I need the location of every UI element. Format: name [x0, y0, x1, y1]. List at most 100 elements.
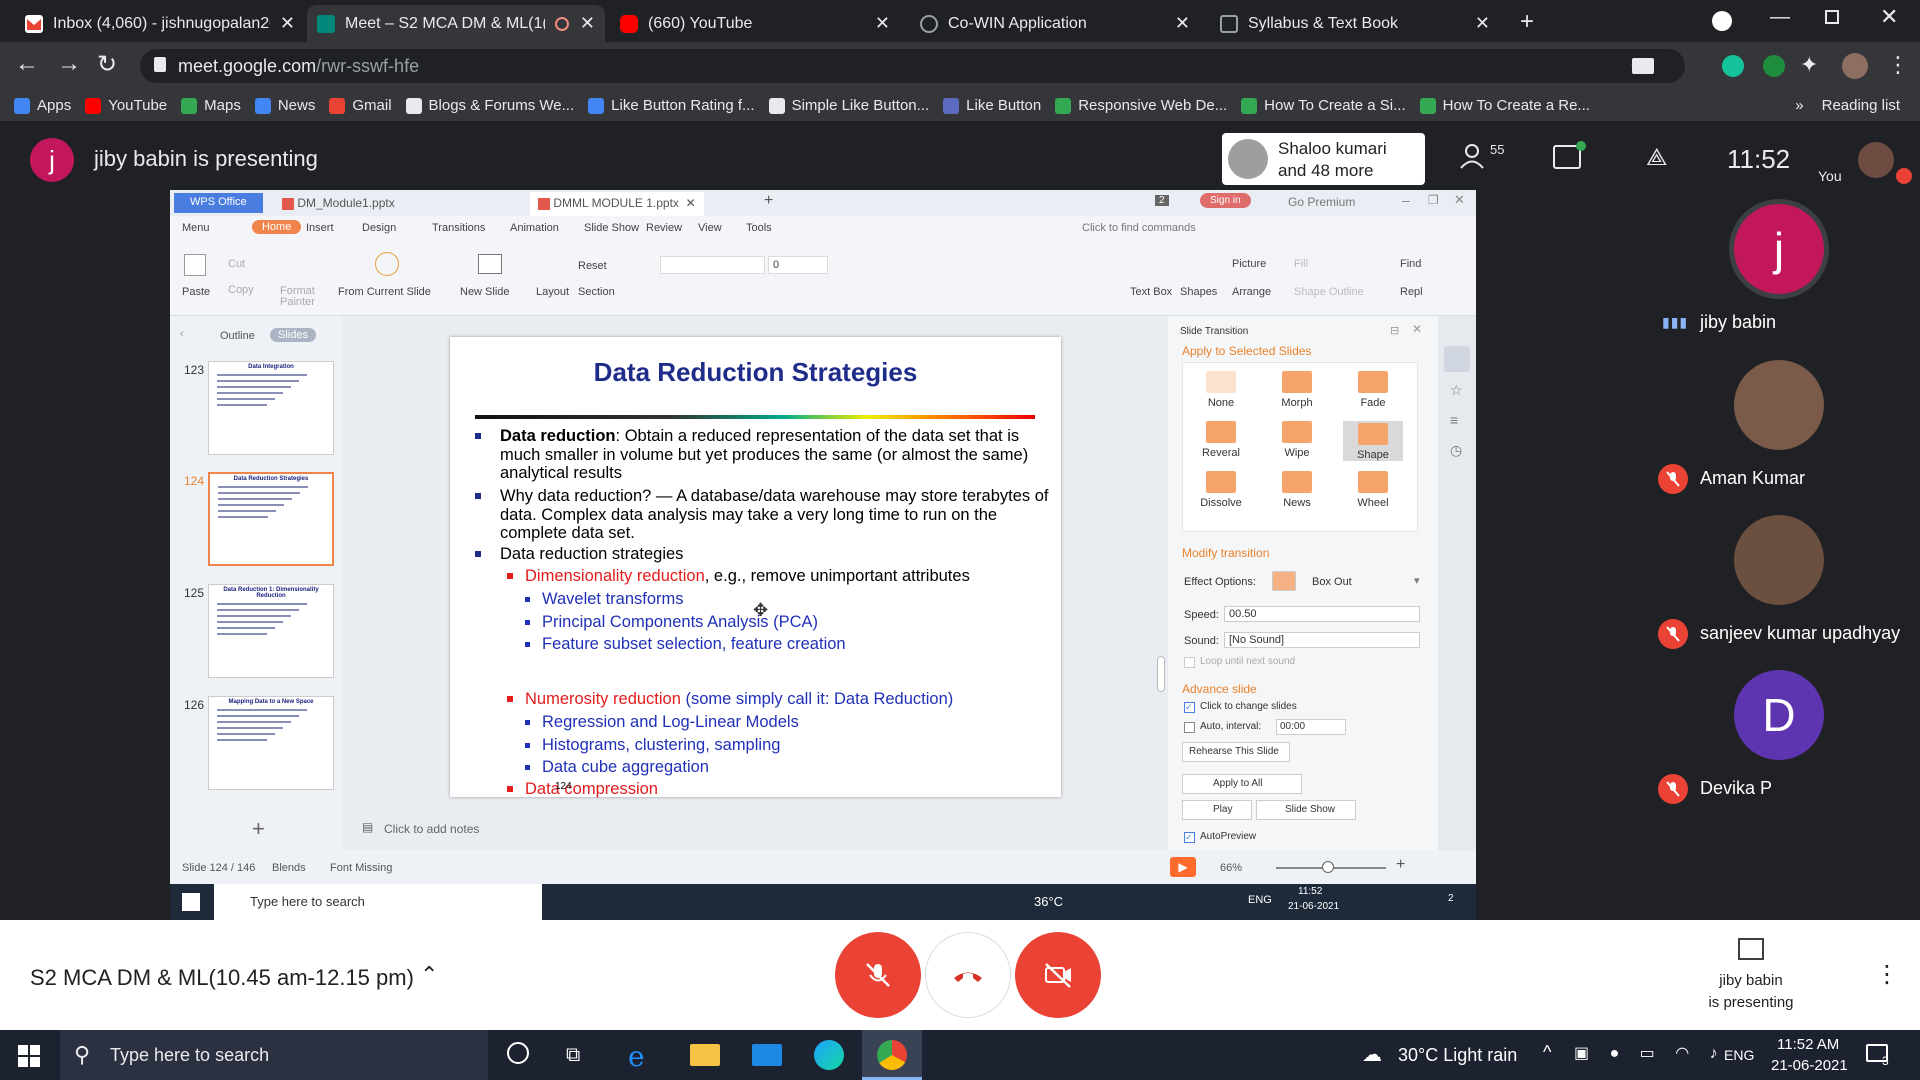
slide-thumbnail[interactable]: Data Reduction Strategies	[208, 472, 334, 566]
loop-checkbox[interactable]	[1184, 657, 1195, 668]
tab-slides[interactable]: Slides	[270, 328, 316, 342]
extension-icon[interactable]	[1763, 55, 1785, 77]
close-panel-icon[interactable]: ✕	[1412, 322, 1422, 336]
participant-tile[interactable]: j ▮▮▮ jiby babin	[1648, 204, 1920, 354]
reload-icon[interactable]: ↻	[97, 50, 117, 79]
mic-toggle-button[interactable]	[835, 932, 921, 1018]
internet-explorer-icon[interactable]: e	[628, 1040, 645, 1073]
wps-doc-tab-1[interactable]: DM_Module1.pptx	[282, 196, 395, 210]
properties-pane-icon[interactable]: ≡	[1450, 412, 1458, 428]
text-box-button[interactable]: Text Box	[1130, 286, 1172, 298]
clock-time[interactable]: 11:52 AM	[1777, 1036, 1839, 1053]
taskbar-search-field[interactable]: Type here to search	[214, 884, 542, 920]
bookmark-item[interactable]: Like Button Rating f...	[588, 97, 755, 114]
auto-interval-checkbox[interactable]	[1184, 722, 1195, 733]
menu-tools[interactable]: Tools	[746, 222, 772, 234]
play-button[interactable]: Play	[1182, 800, 1252, 820]
menu-design[interactable]: Design	[362, 222, 396, 234]
clock-date[interactable]: 21-06-2021	[1771, 1057, 1848, 1074]
back-icon[interactable]: ←	[15, 50, 39, 78]
participant-tile[interactable]: Aman Kumar	[1648, 360, 1920, 510]
wps-premium-link[interactable]: Go Premium	[1288, 195, 1355, 209]
close-tab-icon[interactable]: ✕	[580, 13, 595, 34]
camera-toggle-button[interactable]	[1015, 932, 1101, 1018]
transition-effect[interactable]: Fade	[1343, 371, 1403, 409]
edge-icon[interactable]	[814, 1040, 844, 1070]
font-name-field[interactable]	[660, 256, 765, 274]
wps-close-icon[interactable]: ✕	[1454, 192, 1465, 208]
transition-effect[interactable]: Morph	[1267, 371, 1327, 409]
add-slide-icon[interactable]: +	[252, 816, 265, 842]
task-view-icon[interactable]: ⧉	[566, 1044, 580, 1067]
windows-start-icon[interactable]	[18, 1045, 40, 1067]
zoom-in-icon[interactable]: +	[1396, 856, 1405, 874]
tab-gmail[interactable]: Inbox (4,060) - jishnugopalan200 ✕	[15, 5, 305, 42]
bookmark-item[interactable]: Blogs & Forums We...	[405, 97, 574, 114]
picture-button[interactable]: Picture	[1232, 258, 1266, 270]
play-from-current-icon[interactable]	[375, 252, 399, 276]
new-tab-icon[interactable]: +	[1520, 8, 1534, 36]
play-slideshow-icon[interactable]: ▶	[1170, 857, 1196, 877]
file-explorer-icon[interactable]	[690, 1044, 720, 1066]
tab-meet[interactable]: Meet – S2 MCA DM & ML(1( ✕	[307, 5, 605, 42]
sound-select[interactable]: [No Sound]	[1224, 632, 1420, 648]
rehearse-button[interactable]: Rehearse This Slide	[1182, 742, 1290, 762]
forward-icon[interactable]: →	[57, 50, 81, 78]
participant-tile[interactable]: D Devika P	[1648, 670, 1920, 820]
activities-icon[interactable]: ⟁	[1646, 144, 1667, 172]
menu-review[interactable]: Review	[646, 222, 682, 234]
puzzle-icon[interactable]: ✦	[1800, 52, 1818, 78]
bookmark-item[interactable]: Maps	[181, 97, 241, 114]
close-window-icon[interactable]: ✕	[1880, 4, 1898, 30]
chrome-taskbar-button[interactable]	[862, 1030, 922, 1080]
menu-animation[interactable]: Animation	[510, 222, 559, 234]
apply-all-button[interactable]: Apply to All	[1182, 774, 1302, 794]
windows-start-icon[interactable]	[182, 893, 200, 911]
close-tab-icon[interactable]: ✕	[280, 13, 295, 34]
wps-signin-button[interactable]: Sign in	[1200, 193, 1251, 208]
wps-restore-icon[interactable]: ❐	[1428, 193, 1439, 207]
chevron-up-icon[interactable]: ⌃	[420, 962, 438, 988]
profile-menu-icon[interactable]	[1712, 11, 1732, 31]
reading-list-button[interactable]: Reading list	[1822, 97, 1900, 114]
history-pane-icon[interactable]: ◷	[1450, 442, 1462, 459]
bookmark-item[interactable]: Simple Like Button...	[768, 97, 929, 114]
people-icon[interactable]	[1460, 143, 1494, 169]
effect-options-select[interactable]: Box Out	[1312, 576, 1352, 588]
minimize-icon[interactable]: —	[1770, 6, 1790, 29]
autopreview-checkbox[interactable]: ✓	[1184, 832, 1195, 843]
close-tab-icon[interactable]: ✕	[1475, 13, 1490, 34]
format-painter-button[interactable]: Format Painter	[280, 286, 330, 308]
bookmark-item[interactable]: How To Create a Si...	[1241, 97, 1406, 114]
zoom-handle[interactable]	[1322, 861, 1334, 873]
layout-button[interactable]: Layout	[536, 286, 569, 298]
chevron-down-icon[interactable]: ▾	[1414, 574, 1420, 587]
transition-effect[interactable]: None	[1191, 371, 1251, 409]
present-icon[interactable]	[1738, 938, 1764, 960]
new-slide-icon[interactable]	[478, 254, 502, 274]
transition-effect[interactable]: Reveral	[1191, 421, 1251, 459]
menu-menu[interactable]: Menu	[182, 222, 210, 234]
wps-minimize-icon[interactable]: –	[1402, 192, 1410, 208]
pin-icon[interactable]: ⊟	[1390, 324, 1399, 337]
menu-transitions[interactable]: Transitions	[432, 222, 485, 234]
wps-home-tab[interactable]: WPS Office	[174, 193, 263, 213]
fill-button[interactable]: Fill	[1294, 258, 1308, 270]
copy-button[interactable]: Copy	[228, 284, 254, 296]
paste-button[interactable]: Paste	[182, 286, 210, 298]
tray-icons[interactable]: ▣ ● ▭ ◠ ♪	[1574, 1043, 1726, 1063]
font-size-field[interactable]: 0	[768, 256, 828, 274]
taskbar-search-field[interactable]: Type here to search	[60, 1030, 488, 1080]
tab-outline[interactable]: Outline	[220, 330, 255, 342]
transition-effect[interactable]: Wheel	[1343, 471, 1403, 509]
shape-outline-button[interactable]: Shape Outline	[1294, 286, 1364, 298]
collapse-panel-icon[interactable]: ‹	[180, 328, 184, 340]
menu-insert[interactable]: Insert	[306, 222, 334, 234]
tab-syllabus[interactable]: Syllabus & Text Book ✕	[1210, 5, 1500, 42]
menu-slide-show[interactable]: Slide Show	[584, 222, 639, 234]
kebab-menu-icon[interactable]: ⋮	[1887, 52, 1909, 78]
tab-youtube[interactable]: (660) YouTube ✕	[610, 5, 900, 42]
participant-tile[interactable]: sanjeev kumar upadhyay	[1648, 515, 1920, 665]
bookmark-item[interactable]: Gmail	[329, 97, 392, 114]
new-slide-button[interactable]: New Slide	[460, 286, 510, 298]
